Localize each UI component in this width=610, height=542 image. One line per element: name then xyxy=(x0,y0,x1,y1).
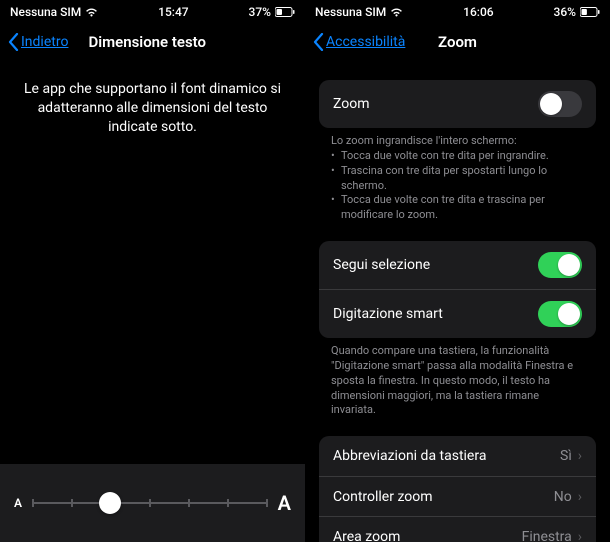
bullet: Tocca due volte con tre dita e trascina … xyxy=(331,193,584,223)
footer-text: Lo zoom ingrandisce l'intero schermo: xyxy=(305,128,610,149)
slider-ticks xyxy=(32,499,268,507)
group-zoom: Zoom xyxy=(319,80,596,128)
smart-toggle[interactable] xyxy=(538,301,582,327)
status-bar: Nessuna SIM 16:06 36% xyxy=(305,0,610,20)
battery-text: 36% xyxy=(554,5,576,19)
chevron-right-icon: › xyxy=(578,529,582,542)
battery-icon xyxy=(275,7,295,17)
row-zoom-area[interactable]: Area zoom Finestra › xyxy=(319,516,596,542)
row-zoom-controller[interactable]: Controller zoom No › xyxy=(319,476,596,516)
row-value: No xyxy=(554,489,572,505)
battery-text: 37% xyxy=(249,5,271,19)
row-label: Area zoom xyxy=(333,529,400,542)
back-button[interactable]: Accessibilità xyxy=(313,33,405,51)
chevron-left-icon xyxy=(313,33,324,51)
follow-toggle[interactable] xyxy=(538,252,582,278)
description-text: Le app che supportano il font dinamico s… xyxy=(0,62,305,137)
chevron-left-icon xyxy=(8,33,19,51)
status-bar: Nessuna SIM 15:47 37% xyxy=(0,0,305,20)
back-label: Accessibilità xyxy=(326,34,405,50)
slider-thumb[interactable] xyxy=(99,492,121,514)
chevron-right-icon: › xyxy=(578,448,582,464)
row-value: Sì xyxy=(560,448,572,464)
clock-text: 16:06 xyxy=(463,5,493,19)
phone-right: Nessuna SIM 16:06 36% Accessibilità Zoom… xyxy=(305,0,610,542)
zoom-toggle[interactable] xyxy=(538,91,582,117)
chevron-right-icon: › xyxy=(578,489,582,505)
row-label: Digitazione smart xyxy=(333,306,443,322)
battery-icon xyxy=(580,7,600,17)
wifi-icon xyxy=(85,7,98,17)
slider-label-small: A xyxy=(14,496,22,510)
row-keyboard-shortcuts[interactable]: Abbreviazioni da tastiera Sì › xyxy=(319,436,596,476)
text-size-slider-section: A A xyxy=(0,464,305,542)
bullet: Trascina con tre dita per spostarti lung… xyxy=(331,164,584,194)
page-title: Dimensione testo xyxy=(88,33,206,51)
back-button[interactable]: Indietro xyxy=(8,33,68,51)
group-follow-smart: Segui selezione Digitazione smart xyxy=(319,241,596,338)
row-smart-typing[interactable]: Digitazione smart xyxy=(319,289,596,338)
row-label: Zoom xyxy=(333,96,370,112)
carrier-text: Nessuna SIM xyxy=(10,5,81,19)
bullet: Tocca due volte con tre dita per ingrand… xyxy=(331,149,584,164)
row-label: Abbreviazioni da tastiera xyxy=(333,448,486,464)
nav-bar: Accessibilità Zoom xyxy=(305,20,610,62)
phone-left: Nessuna SIM 15:47 37% Indietro Dimension… xyxy=(0,0,305,542)
row-value: Finestra xyxy=(522,529,572,542)
slider-label-large: A xyxy=(278,491,291,515)
group-options: Abbreviazioni da tastiera Sì › Controller… xyxy=(319,436,596,542)
text-size-slider[interactable] xyxy=(32,502,268,504)
row-zoom-toggle[interactable]: Zoom xyxy=(319,80,596,128)
row-label: Segui selezione xyxy=(333,257,430,273)
settings-content[interactable]: Zoom Lo zoom ingrandisce l'intero scherm… xyxy=(305,62,610,542)
carrier-text: Nessuna SIM xyxy=(315,5,386,19)
row-follow-selection[interactable]: Segui selezione xyxy=(319,241,596,289)
row-label: Controller zoom xyxy=(333,489,433,505)
footer-text: Quando compare una tastiera, la funziona… xyxy=(305,338,610,418)
footer-bullets: Tocca due volte con tre dita per ingrand… xyxy=(305,149,610,223)
clock-text: 15:47 xyxy=(158,5,188,19)
wifi-icon xyxy=(390,7,403,17)
back-label: Indietro xyxy=(21,34,68,50)
nav-bar: Indietro Dimensione testo xyxy=(0,20,305,62)
